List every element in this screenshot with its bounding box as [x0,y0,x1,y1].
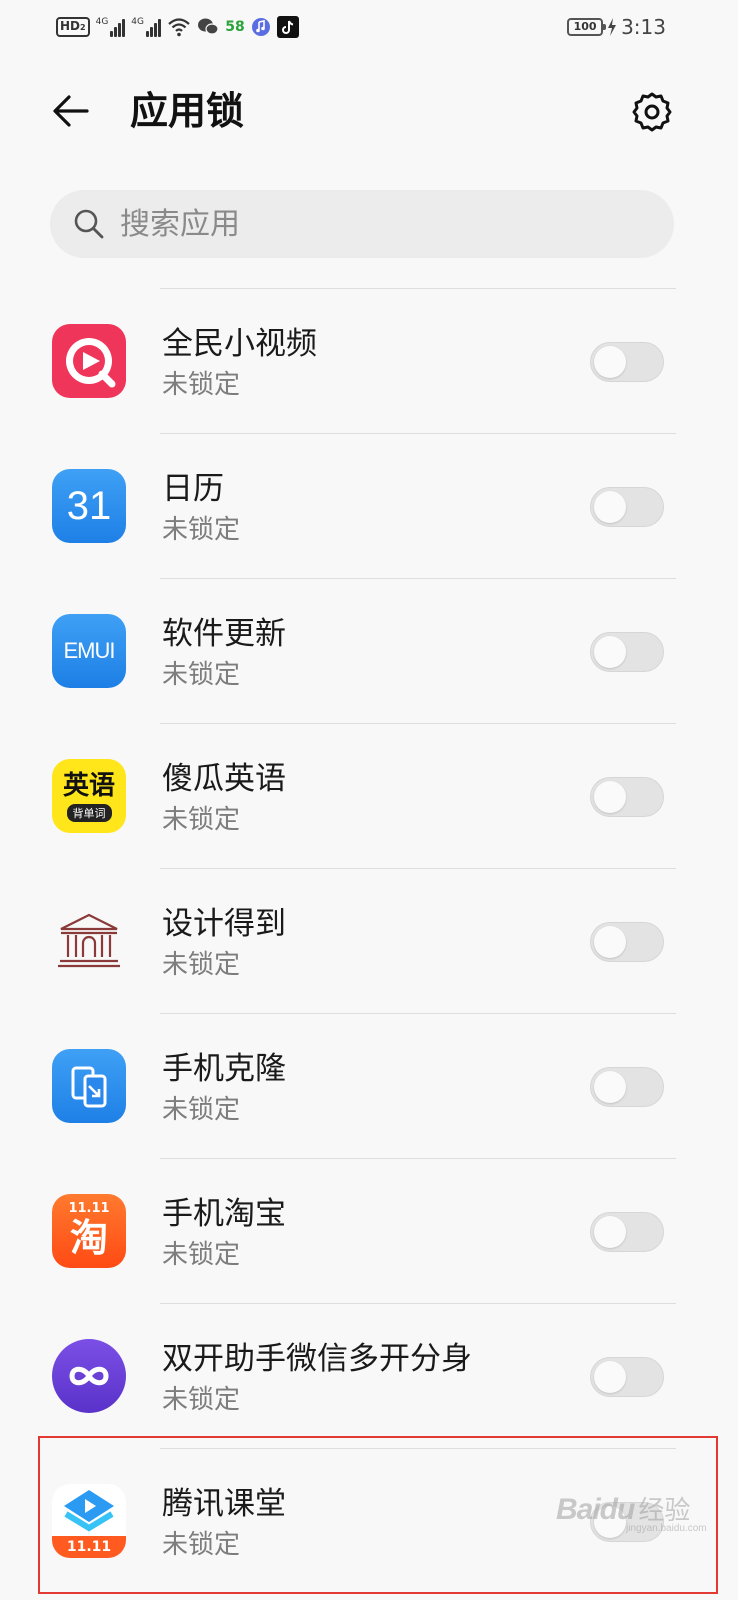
app-lock-screen: HD2 4G 4G 58 100 3:13 应用锁 搜索应用 全民小视频 未锁定… [0,0,738,1600]
settings-button[interactable] [626,86,678,138]
lock-toggle[interactable] [590,632,664,672]
network-type-label: 4G [95,17,109,27]
taobao-icon: 11.11 淘 [52,1194,126,1268]
list-item: 全民小视频 未锁定 [0,288,738,433]
signal-2-icon: 4G [131,17,161,37]
gear-icon [632,92,672,132]
watermark-cn: 经验 [638,1495,691,1525]
app-58-icon: 58 [225,19,245,35]
list-item: 手机克隆 未锁定 [0,1013,738,1158]
battery-icon: 100 [567,18,607,36]
calendar-icon: 31 [52,469,126,543]
app-name: 手机淘宝 [162,1196,286,1232]
app-name: 设计得到 [162,906,286,942]
back-arrow-icon [53,95,89,127]
lock-status: 未锁定 [162,805,241,835]
charging-icon [608,18,617,36]
divider [160,1013,676,1014]
watermark-url: jingyan.baidu.com [626,1523,707,1534]
status-bar: HD2 4G 4G 58 100 3:13 [0,0,738,56]
search-bar[interactable] [50,190,674,258]
watermark-logo: Baidu [556,1493,635,1526]
toggle-knob [594,781,626,813]
signal-1-icon: 4G [96,17,126,37]
toggle-knob [594,491,626,523]
lock-toggle[interactable] [590,342,664,382]
lock-status: 未锁定 [162,660,241,690]
app-bar: 应用锁 [0,64,738,160]
lock-toggle[interactable] [590,1212,664,1252]
tencent-classroom-icon: 11.11 [52,1484,126,1558]
wechat-icon [198,18,219,35]
lock-status: 未锁定 [162,515,241,545]
clock: 3:13 [621,15,666,39]
lock-toggle[interactable] [590,487,664,527]
lock-toggle[interactable] [590,1067,664,1107]
dual-app-icon [52,1339,126,1413]
app-list: 全民小视频 未锁定 31 日历 未锁定 EMUI 软件更新 未锁定 英语 背单词… [0,288,738,1593]
lock-status: 未锁定 [162,1095,241,1125]
app-name: 日历 [162,471,224,507]
list-item: 设计得到 未锁定 [0,868,738,1013]
toggle-knob [594,636,626,668]
toggle-knob [594,1071,626,1103]
lock-status: 未锁定 [162,370,241,400]
divider [160,1303,676,1304]
list-item: EMUI 软件更新 未锁定 [0,578,738,723]
lock-status: 未锁定 [162,1240,241,1270]
app-name: 软件更新 [162,616,286,652]
music-app-icon [252,18,270,36]
list-item: 31 日历 未锁定 [0,433,738,578]
lock-status: 未锁定 [162,1530,241,1560]
wifi-icon [168,18,190,37]
divider [160,1448,676,1449]
divider [160,1158,676,1159]
douyin-icon [277,16,299,38]
page-title: 应用锁 [130,89,245,133]
divider [160,578,676,579]
network-type-label: 4G [131,17,144,27]
lock-toggle[interactable] [590,922,664,962]
list-item: 双开助手微信多开分身 未锁定 [0,1303,738,1448]
quanmin-video-icon [52,324,126,398]
toggle-knob [594,1216,626,1248]
app-name: 手机克隆 [162,1051,286,1087]
divider [160,288,676,289]
list-item: 11.11 淘 手机淘宝 未锁定 [0,1158,738,1303]
app-name: 腾讯课堂 [162,1486,286,1522]
baidu-watermark: Baidu 经验 jingyan.baidu.com [556,1490,726,1550]
shagua-english-icon: 英语 背单词 [52,759,126,833]
app-name: 全民小视频 [162,326,317,362]
list-item: 英语 背单词 傻瓜英语 未锁定 [0,723,738,868]
museum-building-icon [52,904,126,978]
status-left-icons: HD2 4G 4G 58 [56,14,299,40]
divider [160,868,676,869]
phone-clone-icon [52,1049,126,1123]
lock-toggle[interactable] [590,1357,664,1397]
toggle-knob [594,1361,626,1393]
hd-voice-icon: HD2 [56,17,90,37]
lock-toggle[interactable] [590,777,664,817]
status-right: 100 3:13 [567,14,666,40]
lock-status: 未锁定 [162,1385,241,1415]
search-input[interactable] [120,206,600,242]
lock-status: 未锁定 [162,950,241,980]
app-name: 傻瓜英语 [162,761,286,797]
emui-update-icon: EMUI [52,614,126,688]
back-button[interactable] [46,86,96,136]
divider [160,433,676,434]
toggle-knob [594,346,626,378]
divider [160,723,676,724]
toggle-knob [594,926,626,958]
search-icon [74,209,104,239]
app-name: 双开助手微信多开分身 [162,1341,472,1377]
